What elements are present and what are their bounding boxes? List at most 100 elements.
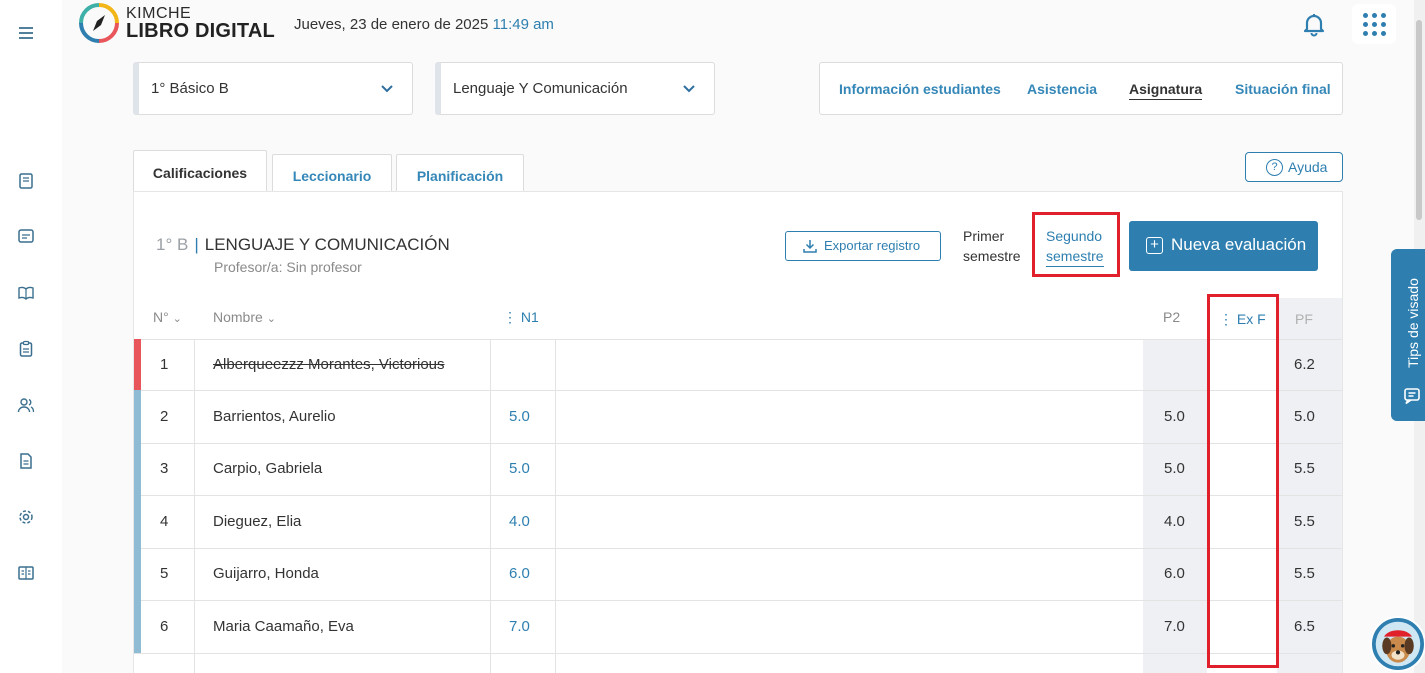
row-status-marker [134, 390, 141, 443]
row-number: 2 [160, 407, 169, 425]
export-button[interactable]: Exportar registro [785, 231, 941, 261]
tab-lecture-log[interactable]: Leccionario [272, 154, 392, 192]
grade-pf: 5.0 [1294, 407, 1315, 425]
nav-subject[interactable]: Asignatura [1129, 81, 1203, 100]
gear-icon[interactable] [17, 508, 35, 526]
grade-n1[interactable]: 7.0 [509, 618, 530, 635]
clipboard-icon[interactable] [17, 340, 35, 358]
download-icon [803, 240, 817, 253]
row-status-marker [134, 548, 141, 600]
row-number: 3 [160, 460, 169, 477]
section-nav: Información estudiantes Asistencia Asign… [819, 62, 1343, 115]
teacher-label: Profesor/a: Sin profesor [214, 259, 362, 275]
student-name[interactable]: Maria Caamaño, Eva [213, 618, 354, 635]
grade-n1[interactable]: 5.0 [509, 408, 530, 425]
col-divider [194, 339, 195, 673]
grade-p2: 5.0 [1164, 407, 1185, 425]
new-evaluation-button[interactable]: + Nueva evaluación [1129, 221, 1318, 271]
first-semester-line2: semestre [963, 248, 1021, 264]
grade-n1[interactable]: 6.0 [509, 565, 530, 582]
plus-square-icon: + [1146, 237, 1163, 254]
highlight-box-semester [1032, 212, 1120, 277]
col-header-number[interactable]: N° ⌄ [153, 309, 182, 325]
book-icon[interactable] [17, 172, 35, 190]
grade-p2: 6.0 [1164, 565, 1185, 582]
guide-book-icon[interactable] [17, 564, 35, 582]
grade-pf: 5.5 [1294, 460, 1315, 477]
document-icon[interactable] [17, 452, 35, 470]
subject-select-value: Lenguaje Y Comunicación [453, 80, 628, 97]
first-semester-line1: Primer [963, 228, 1005, 244]
title-separator: | [194, 235, 199, 254]
chevron-down-icon [683, 85, 695, 93]
course-select[interactable]: 1° Básico B [133, 62, 413, 115]
tab-planning[interactable]: Planificación [396, 154, 524, 192]
sort-chevron-icon: ⌄ [172, 313, 182, 325]
grade-p2: 5.0 [1164, 460, 1185, 477]
assistant-avatar[interactable] [1370, 616, 1425, 672]
student-name[interactable]: Dieguez, Elia [213, 513, 301, 530]
scrollbar-thumb[interactable] [1416, 20, 1422, 220]
brand-name-bottom: LIBRO DIGITAL [126, 20, 275, 42]
grade-n1[interactable]: 5.0 [509, 460, 530, 477]
nav-attendance[interactable]: Asistencia [1027, 81, 1097, 97]
row-divider [134, 495, 1342, 496]
current-date: Jueves, 23 de enero de 2025 11:49 am [294, 16, 554, 33]
student-name[interactable]: Barrientos, Aurelio [213, 408, 336, 425]
users-icon[interactable] [17, 396, 35, 414]
nav-student-info[interactable]: Información estudiantes [839, 81, 1001, 97]
grade-pf: 5.5 [1294, 512, 1315, 530]
menu-icon[interactable] [17, 24, 35, 42]
grade-pf: 5.5 [1294, 565, 1315, 582]
row-divider [134, 600, 1342, 601]
left-sidebar [0, 0, 62, 673]
new-evaluation-label: Nueva evaluación [1171, 235, 1307, 254]
apps-grid-icon[interactable] [1352, 4, 1396, 44]
id-card-icon[interactable] [17, 227, 35, 245]
col-header-name[interactable]: Nombre ⌄ [213, 309, 276, 325]
col-header-pf: PF [1295, 311, 1313, 327]
row-status-marker [134, 443, 141, 495]
open-book-icon[interactable] [17, 284, 35, 302]
col-header-p2: P2 [1163, 309, 1181, 325]
nav-final-status[interactable]: Situación final [1235, 81, 1331, 97]
chat-icon [1404, 388, 1420, 405]
row-number: 6 [160, 617, 169, 635]
row-divider [134, 443, 1342, 444]
col-name-label: Nombre [213, 309, 263, 325]
tab-grades[interactable]: Calificaciones [133, 150, 267, 192]
notifications-bell-icon[interactable] [1300, 10, 1328, 38]
question-icon: ? [1266, 159, 1283, 176]
row-divider [134, 653, 1342, 654]
tips-label: Tips de visado [1405, 278, 1421, 368]
student-name[interactable]: Guijarro, Honda [213, 565, 319, 582]
col-divider [490, 339, 491, 673]
row-number: 4 [160, 512, 169, 530]
course-code: 1° B [156, 235, 189, 254]
sort-chevron-icon: ⌄ [266, 313, 276, 325]
row-status-marker [134, 495, 141, 548]
row-divider [134, 339, 1342, 340]
first-semester-toggle[interactable]: Primer semestre [963, 226, 1021, 266]
course-title: 1° B | LENGUAJE Y COMUNICACIÓN [156, 235, 450, 255]
row-divider [134, 390, 1342, 391]
student-name[interactable]: Alberqueezzz Morantes, Victorious [213, 356, 445, 373]
grade-pf: 6.5 [1294, 617, 1315, 635]
student-name[interactable]: Carpio, Gabriela [213, 460, 322, 477]
row-status-marker [134, 339, 141, 390]
help-button[interactable]: ? Ayuda [1245, 152, 1343, 182]
col-number-label: N° [153, 309, 169, 325]
current-time: 11:49 am [492, 16, 554, 33]
row-number: 1 [160, 355, 169, 373]
col-header-n1[interactable]: ⋮ N1 [503, 309, 539, 326]
chevron-down-icon [381, 85, 393, 93]
subject-select[interactable]: Lenguaje Y Comunicación [435, 62, 715, 115]
export-label: Exportar registro [824, 238, 921, 253]
grade-n1[interactable]: 4.0 [509, 513, 530, 530]
grade-pf: 6.2 [1294, 355, 1315, 373]
tips-side-tab[interactable]: Tips de visado [1391, 249, 1425, 421]
grade-p2: 7.0 [1164, 617, 1185, 635]
row-number: 5 [160, 565, 169, 582]
col-divider [555, 339, 556, 673]
help-label: Ayuda [1288, 159, 1328, 175]
